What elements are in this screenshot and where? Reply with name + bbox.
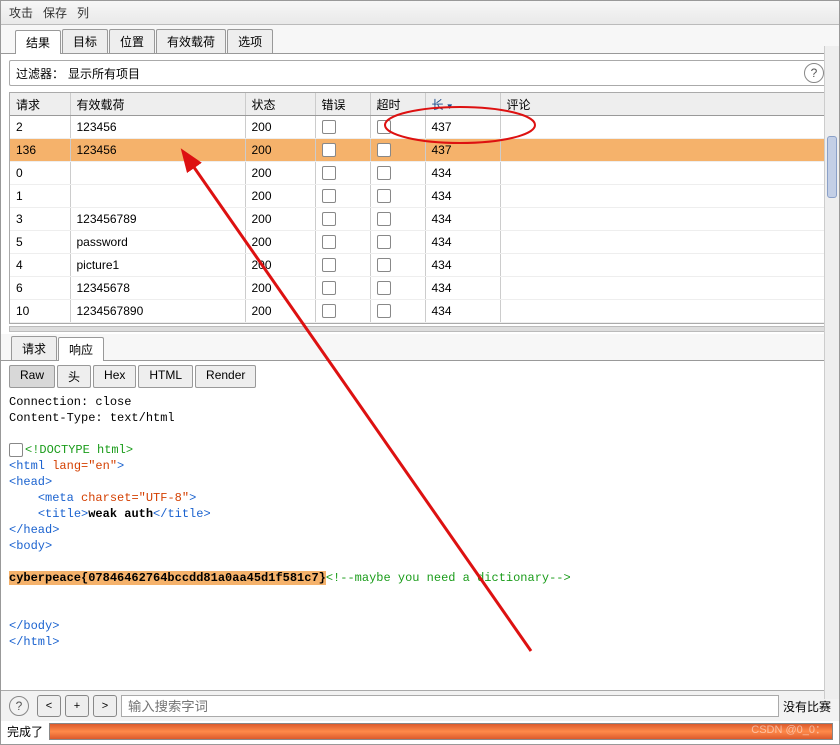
filter-value: 显示所有项目 xyxy=(68,65,140,82)
error-checkbox xyxy=(322,212,336,226)
error-checkbox xyxy=(322,235,336,249)
error-checkbox xyxy=(322,143,336,157)
resp-body-close: </body> xyxy=(9,619,59,633)
menu-bar: 攻击 保存 列 xyxy=(1,1,839,25)
table-row[interactable]: 8123123200434 xyxy=(10,323,830,325)
progress-bar: CSDN @0_0： xyxy=(49,723,833,740)
code-tabs: Raw 头 Hex HTML Render xyxy=(1,361,839,390)
search-input[interactable] xyxy=(121,695,779,717)
sub-tabs: 请求 响应 xyxy=(1,334,839,361)
error-checkbox xyxy=(322,189,336,203)
resp-line: Content-Type: text/html xyxy=(9,411,175,425)
error-checkbox xyxy=(322,258,336,272)
response-raw[interactable]: Connection: close Content-Type: text/htm… xyxy=(1,390,839,690)
menu-attack[interactable]: 攻击 xyxy=(9,4,33,21)
timeout-checkbox xyxy=(377,120,391,134)
timeout-checkbox xyxy=(377,235,391,249)
tab-payloads[interactable]: 有效载荷 xyxy=(156,29,226,53)
tab-positions[interactable]: 位置 xyxy=(109,29,155,53)
tab-results[interactable]: 结果 xyxy=(15,30,61,54)
help-icon-bottom[interactable]: ? xyxy=(9,696,29,716)
error-checkbox xyxy=(322,166,336,180)
resp-flag: cyberpeace{07846462764bccdd81a0aa45d1f58… xyxy=(9,571,326,585)
subtab-request[interactable]: 请求 xyxy=(11,336,57,360)
timeout-checkbox xyxy=(377,166,391,180)
col-timeout[interactable]: 超时 xyxy=(370,93,425,116)
results-table[interactable]: 请求 有效载荷 状态 错误 超时 长 评论 212345620043713612… xyxy=(9,92,831,324)
resp-html-close: </html> xyxy=(9,635,59,649)
search-next-button[interactable]: > xyxy=(93,695,117,717)
table-row[interactable]: 136123456200437 xyxy=(10,139,830,162)
timeout-checkbox xyxy=(377,281,391,295)
main-tabs: 结果 目标 位置 有效载荷 选项 xyxy=(1,25,839,54)
resp-head-open: <head> xyxy=(9,475,52,489)
splitter[interactable] xyxy=(9,326,831,332)
resp-doctype: <!DOCTYPE html> xyxy=(25,443,133,457)
codetab-render[interactable]: Render xyxy=(195,365,256,388)
resp-body-open: <body> xyxy=(9,539,52,553)
table-row[interactable]: 0200434 xyxy=(10,162,830,185)
tab-options[interactable]: 选项 xyxy=(227,29,273,53)
tab-target[interactable]: 目标 xyxy=(62,29,108,53)
col-comment[interactable]: 评论 xyxy=(500,93,830,116)
col-error[interactable]: 错误 xyxy=(315,93,370,116)
codetab-hex[interactable]: Hex xyxy=(93,365,136,388)
watermark: CSDN @0_0： xyxy=(751,721,826,737)
timeout-checkbox xyxy=(377,258,391,272)
vertical-scrollbar[interactable] xyxy=(824,46,839,699)
codetab-html[interactable]: HTML xyxy=(138,365,193,388)
table-row[interactable]: 3123456789200434 xyxy=(10,208,830,231)
table-row[interactable]: 2123456200437 xyxy=(10,116,830,139)
search-prev-button[interactable]: < xyxy=(37,695,61,717)
col-status[interactable]: 状态 xyxy=(245,93,315,116)
resp-html-open: <html xyxy=(9,459,52,473)
timeout-checkbox xyxy=(377,212,391,226)
timeout-checkbox xyxy=(377,304,391,318)
scrollbar-thumb[interactable] xyxy=(827,136,837,198)
filter-label: 过滤器： xyxy=(16,65,64,82)
resp-head-close: </head> xyxy=(9,523,59,537)
search-add-button[interactable]: + xyxy=(65,695,89,717)
timeout-checkbox xyxy=(377,143,391,157)
col-request[interactable]: 请求 xyxy=(10,93,70,116)
resp-comment: <!--maybe you need a dictionary--> xyxy=(326,571,571,585)
codetab-raw[interactable]: Raw xyxy=(9,365,55,388)
timeout-checkbox xyxy=(377,189,391,203)
filter-bar[interactable]: 过滤器： 显示所有项目 ? xyxy=(9,60,831,86)
col-length[interactable]: 长 xyxy=(425,93,500,116)
table-row[interactable]: 612345678200434 xyxy=(10,277,830,300)
search-matches: 没有比赛 xyxy=(783,698,831,715)
search-bar: ? < + > 没有比赛 xyxy=(1,690,839,721)
resp-line: Connection: close xyxy=(9,395,131,409)
menu-save[interactable]: 保存 xyxy=(43,4,67,21)
error-checkbox xyxy=(322,281,336,295)
table-row[interactable]: 4picture1200434 xyxy=(10,254,830,277)
help-icon[interactable]: ? xyxy=(804,63,824,83)
subtab-response[interactable]: 响应 xyxy=(58,337,104,361)
status-done: 完成了 xyxy=(7,723,43,740)
table-row[interactable]: 1200434 xyxy=(10,185,830,208)
error-checkbox xyxy=(322,120,336,134)
codetab-headers[interactable]: 头 xyxy=(57,365,91,388)
header-row: 请求 有效载荷 状态 错误 超时 长 评论 xyxy=(10,93,830,116)
col-payload[interactable]: 有效载荷 xyxy=(70,93,245,116)
table-row[interactable]: 101234567890200434 xyxy=(10,300,830,323)
table-row[interactable]: 5password200434 xyxy=(10,231,830,254)
status-bar: 完成了 CSDN @0_0： xyxy=(1,721,839,744)
error-checkbox xyxy=(322,304,336,318)
menu-list[interactable]: 列 xyxy=(77,4,89,21)
